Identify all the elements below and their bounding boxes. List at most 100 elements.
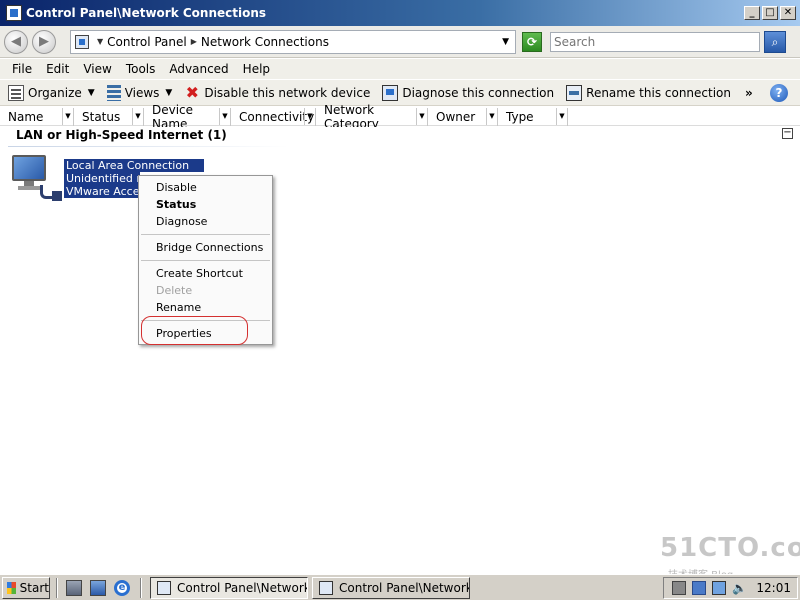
start-label: Start bbox=[19, 580, 49, 595]
more-commands-button[interactable]: » bbox=[745, 86, 753, 100]
server-manager-icon[interactable] bbox=[66, 579, 82, 596]
task-label: Control Panel\Network C... bbox=[177, 580, 308, 595]
quicklaunch-separator bbox=[140, 577, 142, 598]
chevron-down-icon: ▼ bbox=[87, 87, 95, 98]
diagnose-label: Diagnose this connection bbox=[402, 85, 555, 100]
address-bar: ◀ ▶ ▼ Control Panel ▶ Network Connection… bbox=[0, 26, 800, 58]
taskbar-item-network-sharing[interactable]: Control Panel\Network a... bbox=[312, 576, 470, 599]
connection-device: VMware Accelerated bbox=[64, 185, 140, 198]
collapse-group-button[interactable]: − bbox=[782, 128, 793, 139]
chevron-down-icon[interactable]: ▼ bbox=[416, 108, 427, 125]
control-panel-icon bbox=[157, 580, 171, 595]
disable-device-button[interactable]: ✖ Disable this network device bbox=[184, 84, 371, 101]
connection-status: Unidentified network bbox=[64, 172, 140, 185]
start-button[interactable]: Start bbox=[2, 576, 50, 599]
title-bar[interactable]: Control Panel\Network Connections _ □ ✕ bbox=[0, 0, 800, 26]
chevron-down-icon[interactable]: ▼ bbox=[62, 108, 73, 125]
column-status[interactable]: Status ▼ bbox=[74, 108, 144, 126]
organize-button[interactable]: Organize ▼ bbox=[8, 84, 95, 101]
file-list-area[interactable]: LAN or High-Speed Internet (1) − Local A… bbox=[0, 127, 800, 570]
views-button[interactable]: Views ▼ bbox=[106, 84, 172, 101]
column-network-category[interactable]: Network Category ▼ bbox=[316, 103, 428, 131]
keyboard-icon[interactable] bbox=[672, 580, 687, 595]
back-button[interactable]: ◀ bbox=[4, 29, 28, 54]
window-controls: _ □ ✕ bbox=[744, 6, 796, 20]
diagnose-connection-button[interactable]: Diagnose this connection bbox=[382, 84, 555, 101]
chevron-down-icon[interactable]: ▼ bbox=[486, 108, 497, 125]
help-icon[interactable]: ? bbox=[770, 84, 788, 102]
disable-label: Disable this network device bbox=[204, 85, 371, 100]
network-tray-icon[interactable] bbox=[692, 580, 707, 595]
menu-separator bbox=[141, 260, 270, 261]
column-label: Connectivity bbox=[239, 110, 315, 124]
refresh-button[interactable]: ⟳ bbox=[522, 31, 542, 52]
column-name[interactable]: Name ▼ bbox=[0, 108, 74, 126]
column-connectivity[interactable]: Connectivity ▼ bbox=[231, 108, 316, 126]
diagnose-icon bbox=[382, 84, 399, 101]
chevron-down-icon[interactable]: ▼ bbox=[556, 108, 567, 125]
column-label: Owner bbox=[436, 110, 476, 124]
ctx-delete: Delete bbox=[156, 284, 193, 297]
close-button[interactable]: ✕ bbox=[780, 6, 796, 20]
group-header[interactable]: LAN or High-Speed Internet (1) bbox=[16, 128, 227, 142]
chevron-right-icon[interactable]: ▼ bbox=[97, 37, 103, 46]
rename-label: Rename this connection bbox=[586, 85, 731, 100]
breadcrumb-control-panel[interactable]: Control Panel bbox=[107, 35, 187, 49]
chevron-down-icon[interactable]: ▼ bbox=[219, 108, 230, 125]
taskbar-item-network-connections[interactable]: Control Panel\Network C... bbox=[150, 576, 308, 599]
column-header: Name ▼ Status ▼ Device Name ▼ Connectivi… bbox=[0, 103, 800, 131]
ctx-rename[interactable]: Rename bbox=[139, 299, 272, 316]
ctx-bridge-connections[interactable]: Bridge Connections bbox=[139, 239, 272, 256]
search-icon[interactable]: ⌕ bbox=[764, 30, 786, 53]
ctx-diagnose[interactable]: Diagnose bbox=[139, 213, 272, 230]
menu-advanced[interactable]: Advanced bbox=[162, 62, 235, 76]
column-type[interactable]: Type ▼ bbox=[498, 108, 568, 126]
speaker-icon[interactable]: 🔈 bbox=[732, 581, 747, 595]
context-menu: Disable Status Diagnose Bridge Connectio… bbox=[138, 175, 273, 345]
address-box[interactable]: ▼ Control Panel ▶ Network Connections ▼ bbox=[70, 29, 516, 54]
menu-tools[interactable]: Tools bbox=[119, 62, 163, 76]
quicklaunch-separator bbox=[56, 577, 58, 598]
column-label: Name bbox=[8, 110, 44, 124]
organize-icon bbox=[8, 84, 24, 101]
column-label: Status bbox=[82, 110, 121, 124]
menu-edit[interactable]: Edit bbox=[39, 62, 76, 76]
ctx-status[interactable]: Status bbox=[139, 196, 272, 213]
watermark-logo: 51CTO.com bbox=[660, 533, 800, 563]
chevron-down-icon[interactable]: ▼ bbox=[502, 37, 509, 47]
menu-separator bbox=[141, 234, 270, 235]
forward-button[interactable]: ▶ bbox=[32, 29, 56, 54]
properties-highlight-annotation bbox=[141, 316, 248, 345]
chevron-down-icon[interactable]: ▼ bbox=[132, 108, 143, 125]
task-label: Control Panel\Network a... bbox=[339, 580, 470, 595]
maximize-button[interactable]: □ bbox=[762, 6, 778, 20]
ctx-disable[interactable]: Disable bbox=[139, 179, 272, 196]
display-icon[interactable] bbox=[712, 580, 727, 595]
show-desktop-icon[interactable] bbox=[90, 579, 106, 596]
column-owner[interactable]: Owner ▼ bbox=[428, 108, 498, 126]
control-panel-icon bbox=[75, 34, 89, 49]
chevron-down-icon[interactable]: ▼ bbox=[304, 108, 315, 125]
menu-help[interactable]: Help bbox=[236, 62, 277, 76]
chevron-right-icon[interactable]: ▶ bbox=[191, 37, 197, 46]
clock[interactable]: 12:01 bbox=[756, 581, 791, 595]
rename-connection-button[interactable]: Rename this connection bbox=[566, 84, 731, 101]
control-panel-icon bbox=[6, 5, 22, 21]
minimize-button[interactable]: _ bbox=[744, 6, 760, 20]
network-icon bbox=[319, 580, 333, 595]
internet-explorer-icon[interactable]: e bbox=[114, 579, 130, 596]
network-connection-icon[interactable] bbox=[12, 155, 62, 201]
connection-name: Local Area Connection bbox=[64, 159, 204, 172]
organize-label: Organize bbox=[28, 85, 82, 100]
group-divider bbox=[8, 146, 288, 147]
menu-file[interactable]: File bbox=[5, 62, 39, 76]
window-title: Control Panel\Network Connections bbox=[26, 6, 267, 20]
menu-bar: File Edit View Tools Advanced Help bbox=[0, 59, 800, 79]
monitor-icon bbox=[12, 155, 46, 181]
system-tray: 🔈 12:01 bbox=[663, 576, 798, 599]
menu-view[interactable]: View bbox=[76, 62, 118, 76]
ctx-create-shortcut[interactable]: Create Shortcut bbox=[139, 265, 272, 282]
search-input[interactable] bbox=[550, 31, 760, 52]
breadcrumb-network-connections[interactable]: Network Connections bbox=[201, 35, 329, 49]
column-device-name[interactable]: Device Name ▼ bbox=[144, 103, 231, 131]
